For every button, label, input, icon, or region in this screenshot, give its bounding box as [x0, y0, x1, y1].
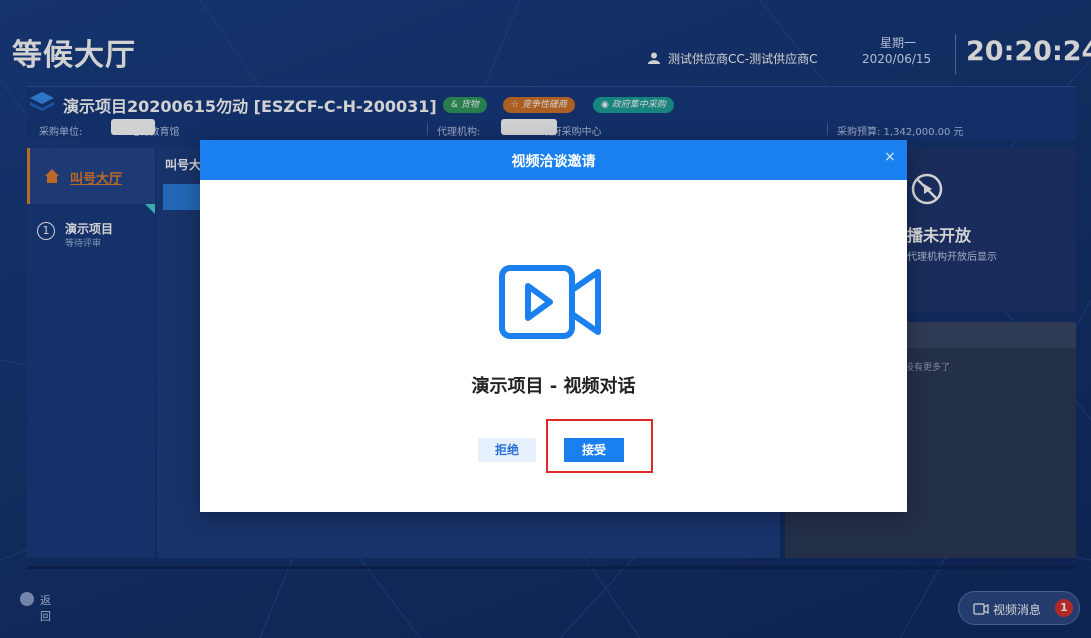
- video-call-icon: [499, 265, 601, 339]
- accept-highlight-box: [546, 419, 653, 473]
- reject-button[interactable]: 拒绝: [478, 438, 536, 462]
- dialog-subject: 演示项目 - 视频对话: [471, 376, 636, 397]
- dialog-title: 视频洽谈邀请: [511, 154, 596, 170]
- close-icon[interactable]: ×: [884, 149, 896, 165]
- dialog-header: 视频洽谈邀请 ×: [200, 140, 907, 180]
